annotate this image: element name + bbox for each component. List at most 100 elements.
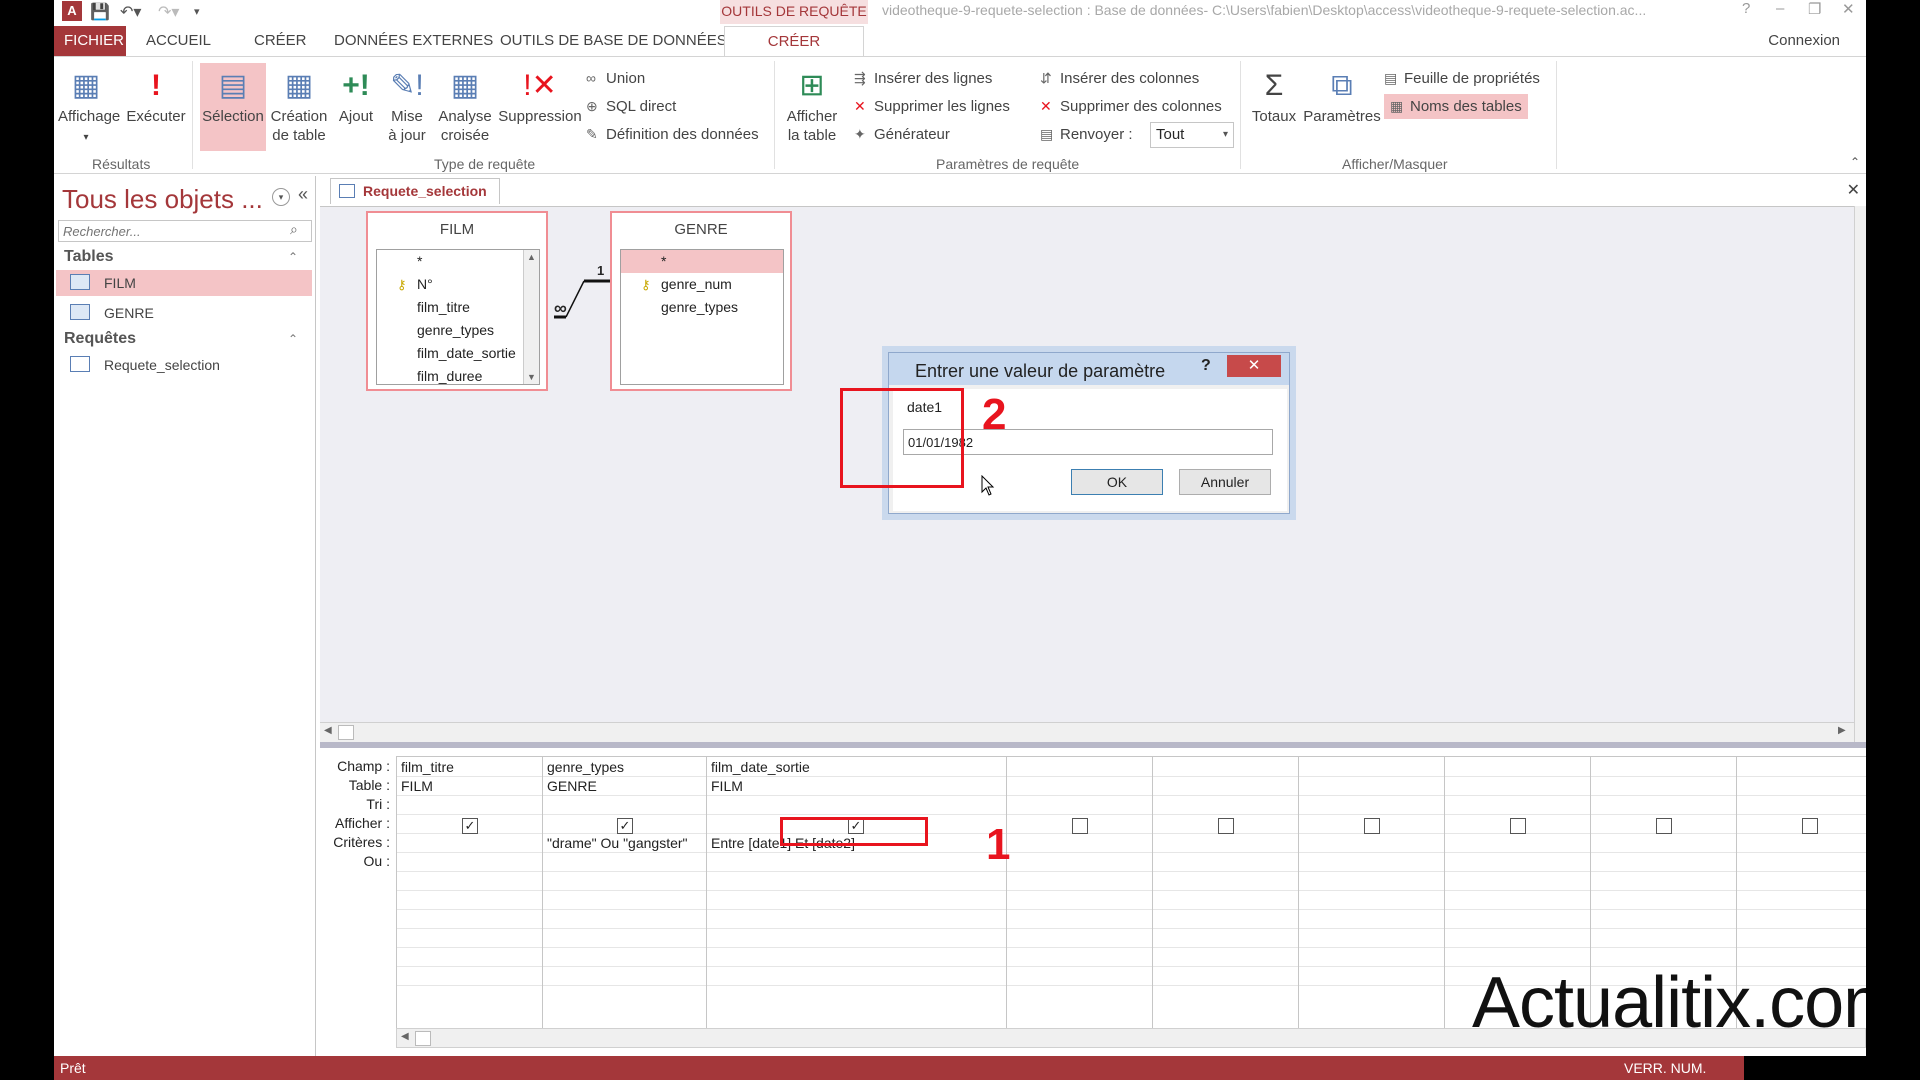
- field-row[interactable]: film_titre: [377, 296, 539, 319]
- grid-column[interactable]: [1153, 757, 1299, 1029]
- creation-table-button[interactable]: ▦ Création de table: [268, 65, 330, 145]
- tab-creer-query-design[interactable]: CRÉER: [724, 26, 864, 57]
- grid-column[interactable]: film_titre FILM ✓: [397, 757, 543, 1029]
- tab-requete-selection[interactable]: Requete_selection: [330, 178, 500, 204]
- grid-cell-table[interactable]: GENRE: [543, 778, 597, 794]
- help-icon[interactable]: ?: [1201, 357, 1211, 375]
- window-title: videotheque-9-requete-selection : Base d…: [882, 2, 1647, 18]
- tab-accueil[interactable]: ACCUEIL: [136, 26, 221, 56]
- table-genre-title[interactable]: GENRE: [612, 213, 790, 247]
- grid-show-checkbox[interactable]: [1218, 818, 1234, 834]
- close-button[interactable]: ✕: [1842, 0, 1855, 18]
- grid-cell-champ[interactable]: film_date_sortie: [707, 759, 810, 775]
- nav-group-tables[interactable]: Tables: [64, 248, 114, 266]
- group-label-parametres-requete: Paramètres de requête: [936, 156, 1080, 172]
- mise-a-jour-button[interactable]: ✎! Mise à jour: [382, 65, 432, 145]
- nav-pane-title[interactable]: Tous les objets ...: [62, 184, 263, 215]
- grid-show-checkbox[interactable]: [1656, 818, 1672, 834]
- grid-cell-champ[interactable]: film_titre: [397, 759, 454, 775]
- table-film-title[interactable]: FILM: [368, 213, 546, 247]
- table-film-scrollbar[interactable]: ▲ ▼: [523, 250, 539, 384]
- totaux-button[interactable]: Σ Totaux: [1246, 65, 1302, 126]
- search-input[interactable]: [58, 220, 312, 242]
- grid-cell-criteres[interactable]: "drame" Ou "gangster": [543, 835, 688, 851]
- table-film[interactable]: FILM * ⚷ N° film_titre genre_types film_d…: [366, 211, 548, 391]
- analyse-croisee-button[interactable]: ▦ Analyse croisée: [434, 65, 496, 145]
- connexion-link[interactable]: Connexion: [1768, 32, 1840, 49]
- save-icon[interactable]: 💾: [90, 2, 110, 22]
- nav-item-requete-selection[interactable]: Requete_selection: [56, 352, 312, 378]
- nav-item-genre[interactable]: GENRE: [56, 300, 312, 326]
- access-window: A 💾 ↶▾ ↷▾ ▾ OUTILS DE REQUÊTE videothequ…: [54, 0, 1866, 1080]
- field-row[interactable]: genre_types: [621, 296, 783, 319]
- parametres-button[interactable]: ⧉ Paramètres: [1302, 65, 1382, 126]
- field-row[interactable]: film_duree: [377, 365, 539, 384]
- dialog-close-button[interactable]: ✕: [1227, 355, 1281, 377]
- search-icon[interactable]: ⌕: [290, 221, 298, 238]
- restore-button[interactable]: ❐: [1808, 0, 1821, 18]
- union-button[interactable]: ∞ Union: [586, 69, 645, 88]
- nav-group-requetes[interactable]: Requêtes: [64, 330, 136, 348]
- ok-button[interactable]: OK: [1071, 469, 1163, 495]
- sql-direct-button[interactable]: ⊕ SQL direct: [586, 97, 676, 116]
- show-table-icon: ⊞: [799, 69, 825, 102]
- chevron-up-icon[interactable]: ⌃: [288, 250, 298, 264]
- grid-show-checkbox[interactable]: [1072, 818, 1088, 834]
- field-row[interactable]: *: [621, 250, 783, 273]
- tab-fichier[interactable]: FICHIER: [54, 26, 126, 56]
- minimize-button[interactable]: –: [1776, 0, 1784, 17]
- executer-button[interactable]: ! Exécuter: [126, 65, 186, 126]
- generateur-button[interactable]: ✦ Générateur: [854, 125, 950, 144]
- redo-icon[interactable]: ↷▾: [158, 2, 179, 22]
- grid-show-checkbox[interactable]: [1510, 818, 1526, 834]
- table-pane-hscrollbar[interactable]: ◀ ▶: [320, 722, 1854, 742]
- inserer-lignes-button[interactable]: ⇶ Insérer des lignes: [854, 69, 992, 88]
- table-genre[interactable]: GENRE * ⚷ genre_num genre_types: [610, 211, 792, 391]
- chevron-up-icon[interactable]: ⌃: [288, 332, 298, 346]
- table-pane-vscrollbar[interactable]: [1854, 206, 1866, 742]
- supprimer-colonnes-button[interactable]: ✕ Supprimer des colonnes: [1040, 97, 1222, 116]
- ajout-button[interactable]: +! Ajout: [332, 65, 380, 126]
- tab-donnees-externes[interactable]: DONNÉES EXTERNES: [324, 26, 503, 56]
- grid-show-checkbox[interactable]: [1364, 818, 1380, 834]
- grid-cell-champ[interactable]: genre_types: [543, 759, 624, 775]
- chevron-down-icon[interactable]: ▾: [272, 188, 290, 206]
- selection-query-button[interactable]: ▤ Sélection: [200, 63, 266, 151]
- grid-column[interactable]: [1299, 757, 1445, 1029]
- supprimer-lignes-button[interactable]: ✕ Supprimer les lignes: [854, 97, 1010, 116]
- definition-donnees-button[interactable]: ✎ Définition des données: [586, 125, 759, 144]
- grid-cell-table[interactable]: FILM: [707, 778, 743, 794]
- undo-icon[interactable]: ↶▾: [120, 2, 141, 22]
- grid-show-checkbox[interactable]: ✓: [462, 818, 478, 834]
- collapse-pane-icon[interactable]: «: [298, 184, 308, 205]
- help-icon[interactable]: ?: [1742, 0, 1750, 17]
- tab-outils-base-donnees[interactable]: OUTILS DE BASE DE DONNÉES: [490, 26, 737, 56]
- affichage-button[interactable]: ▦ Affichage ▾: [58, 65, 120, 147]
- field-row[interactable]: *: [377, 250, 539, 273]
- customize-qat-icon[interactable]: ▾: [194, 5, 200, 25]
- grid-show-checkbox[interactable]: [1802, 818, 1818, 834]
- mouse-cursor-icon: [981, 475, 995, 496]
- cancel-button[interactable]: Annuler: [1179, 469, 1271, 495]
- access-logo-icon[interactable]: A: [62, 1, 82, 21]
- field-row[interactable]: ⚷ genre_num: [621, 273, 783, 296]
- nav-item-film[interactable]: FILM: [56, 270, 312, 296]
- collapse-ribbon-icon[interactable]: ⌃: [1850, 155, 1860, 169]
- afficher-table-button[interactable]: ⊞ Afficher la table: [780, 65, 844, 145]
- field-row[interactable]: ⚷ N°: [377, 273, 539, 296]
- grid-column[interactable]: [1007, 757, 1153, 1029]
- field-row[interactable]: film_date_sortie: [377, 342, 539, 365]
- close-document-icon[interactable]: ✕: [1847, 180, 1860, 200]
- renvoyer-select[interactable]: Tout ▾: [1150, 122, 1234, 148]
- grid-column[interactable]: film_date_sortie FILM ✓ Entre [date1] Et…: [707, 757, 1007, 1029]
- grid-cell-table[interactable]: FILM: [397, 778, 433, 794]
- grid-column[interactable]: genre_types GENRE ✓ "drame" Ou "gangster…: [543, 757, 707, 1029]
- noms-tables-button[interactable]: ▦ Noms des tables: [1384, 94, 1528, 119]
- tab-creer[interactable]: CRÉER: [244, 26, 317, 56]
- feuille-proprietes-button[interactable]: ▤ Feuille de propriétés: [1384, 69, 1540, 88]
- annotation-box-1: [780, 817, 928, 846]
- field-row[interactable]: genre_types: [377, 319, 539, 342]
- suppression-button[interactable]: !✕ Suppression: [498, 65, 582, 126]
- inserer-colonnes-button[interactable]: ⇵ Insérer des colonnes: [1040, 69, 1199, 88]
- grid-show-checkbox[interactable]: ✓: [617, 818, 633, 834]
